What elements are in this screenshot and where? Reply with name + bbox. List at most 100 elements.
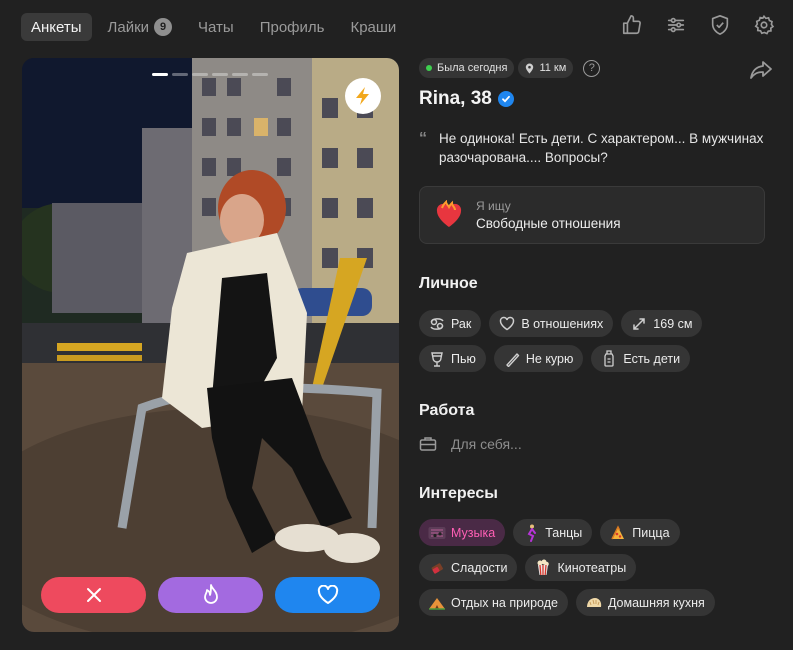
photo-scene xyxy=(22,58,399,632)
chip-label: В отношениях xyxy=(521,316,604,331)
interests-chips: Музыка Танцы Пицца Сладости Кинотеатры О… xyxy=(419,519,719,616)
tab-profile[interactable]: Профиль xyxy=(250,13,335,41)
tab-chats[interactable]: Чаты xyxy=(188,13,244,41)
superlike-button[interactable] xyxy=(158,577,263,613)
distance-label: 11 км xyxy=(539,62,567,74)
chip-label: Есть дети xyxy=(623,351,681,366)
top-navigation: Анкеты Лайки 9 Чаты Профиль Краши xyxy=(21,13,412,41)
cancer-zodiac-icon xyxy=(428,315,446,333)
chip-label: Танцы xyxy=(545,525,583,540)
chip-label: 169 см xyxy=(653,316,693,331)
help-icon[interactable]: ? xyxy=(583,59,601,77)
photo-indicators xyxy=(152,73,268,76)
share-icon[interactable] xyxy=(749,60,773,85)
briefcase-icon xyxy=(419,437,437,451)
online-dot-icon xyxy=(426,65,432,71)
work-heading: Работа xyxy=(419,402,475,419)
photo-indicator[interactable] xyxy=(192,73,208,76)
chip-home-cooking: Домашняя кухня xyxy=(575,589,715,616)
chip-smoking: Не курю xyxy=(493,345,584,372)
chip-zodiac: Рак xyxy=(419,310,482,337)
tab-likes[interactable]: Лайки 9 xyxy=(98,13,183,41)
swipe-actions xyxy=(41,577,380,613)
chip-drinking: Пью xyxy=(419,345,486,372)
photo-indicator[interactable] xyxy=(232,73,248,76)
flame-icon xyxy=(203,584,218,604)
baby-bottle-icon xyxy=(600,350,618,368)
tab-label: Краши xyxy=(350,18,397,36)
work-row: Для себя... xyxy=(419,436,769,452)
chip-label: Пицца xyxy=(632,525,670,540)
chip-relationship: В отношениях xyxy=(489,310,614,337)
dislike-button[interactable] xyxy=(41,577,146,613)
likes-count-badge: 9 xyxy=(154,18,173,36)
photo-indicator[interactable] xyxy=(252,73,268,76)
burning-heart-icon xyxy=(436,200,462,227)
close-icon xyxy=(86,588,101,602)
tab-label: Лайки xyxy=(107,18,150,36)
name-age-label: Rina, 38 xyxy=(419,88,492,109)
location-pin-icon xyxy=(526,63,534,73)
seeking-card: Я ищу Свободные отношения xyxy=(419,186,765,244)
pizza-icon xyxy=(609,524,627,542)
work-value: Для себя... xyxy=(451,436,522,452)
tab-label: Анкеты xyxy=(31,18,82,36)
chip-cinema: Кинотеатры xyxy=(525,554,637,581)
chip-label: Пью xyxy=(451,351,476,366)
photo-indicator[interactable] xyxy=(172,73,188,76)
chip-music: Музыка xyxy=(419,519,506,546)
verified-badge-icon xyxy=(497,91,514,107)
chip-nature: Отдых на природе xyxy=(419,589,568,616)
profile-photo[interactable] xyxy=(22,58,399,632)
quote-icon: “ xyxy=(419,130,427,147)
seeking-value: Свободные отношения xyxy=(476,216,621,231)
chip-pizza: Пицца xyxy=(600,519,680,546)
heart-icon xyxy=(317,585,338,604)
no-smoking-icon xyxy=(503,350,521,368)
chip-label: Сладости xyxy=(451,560,508,575)
about-text: “ Не одинока! Есть дети. С характером...… xyxy=(419,129,769,167)
shield-check-icon[interactable] xyxy=(709,14,731,36)
dumpling-icon xyxy=(585,594,603,612)
chip-label: Не курю xyxy=(525,351,574,366)
music-notes-icon xyxy=(428,524,446,542)
wine-glass-icon xyxy=(428,350,446,368)
chip-dance: Танцы xyxy=(513,519,593,546)
distance-badge: 11 км xyxy=(518,58,574,78)
profile-name: Rina, 38 xyxy=(419,88,769,110)
personal-heading: Личное xyxy=(419,275,478,292)
camping-icon xyxy=(428,594,446,612)
dancer-icon xyxy=(522,524,540,542)
profile-details: Была сегодня 11 км ? Rina, 38 “ Не одино… xyxy=(419,58,772,616)
tab-label: Чаты xyxy=(198,18,234,36)
chip-height: 169 см xyxy=(621,310,703,337)
heart-outline-icon xyxy=(498,315,516,333)
personal-chips: Рак В отношениях 169 см Пью Не курю Есть… xyxy=(419,310,719,372)
online-status-label: Была сегодня xyxy=(437,62,508,74)
seeking-title: Я ищу xyxy=(476,199,511,213)
status-row: Была сегодня 11 км ? xyxy=(419,58,769,78)
chip-label: Отдых на природе xyxy=(451,595,558,610)
popcorn-icon xyxy=(534,559,552,577)
height-arrows-icon xyxy=(630,315,648,333)
filters-icon[interactable] xyxy=(665,14,687,36)
chip-label: Домашняя кухня xyxy=(607,595,705,610)
tab-label: Профиль xyxy=(259,18,325,36)
about-label: Не одинока! Есть дети. С характером... В… xyxy=(439,131,764,165)
thumbs-up-icon[interactable] xyxy=(621,14,643,36)
interests-heading: Интересы xyxy=(419,485,498,502)
chip-kids: Есть дети xyxy=(591,345,691,372)
photo-indicator[interactable] xyxy=(212,73,228,76)
photo-indicator[interactable] xyxy=(152,73,168,76)
chip-label: Рак xyxy=(451,316,472,331)
chip-label: Музыка xyxy=(451,525,496,540)
tab-crushes[interactable]: Краши xyxy=(340,13,406,41)
lightning-icon[interactable] xyxy=(345,78,381,114)
chip-sweets: Сладости xyxy=(419,554,518,581)
chip-label: Кинотеатры xyxy=(557,560,627,575)
like-button[interactable] xyxy=(275,577,380,613)
candy-icon xyxy=(428,559,446,577)
online-status-badge: Была сегодня xyxy=(419,58,515,78)
settings-icon[interactable] xyxy=(753,14,775,36)
tab-profiles[interactable]: Анкеты xyxy=(21,13,92,41)
